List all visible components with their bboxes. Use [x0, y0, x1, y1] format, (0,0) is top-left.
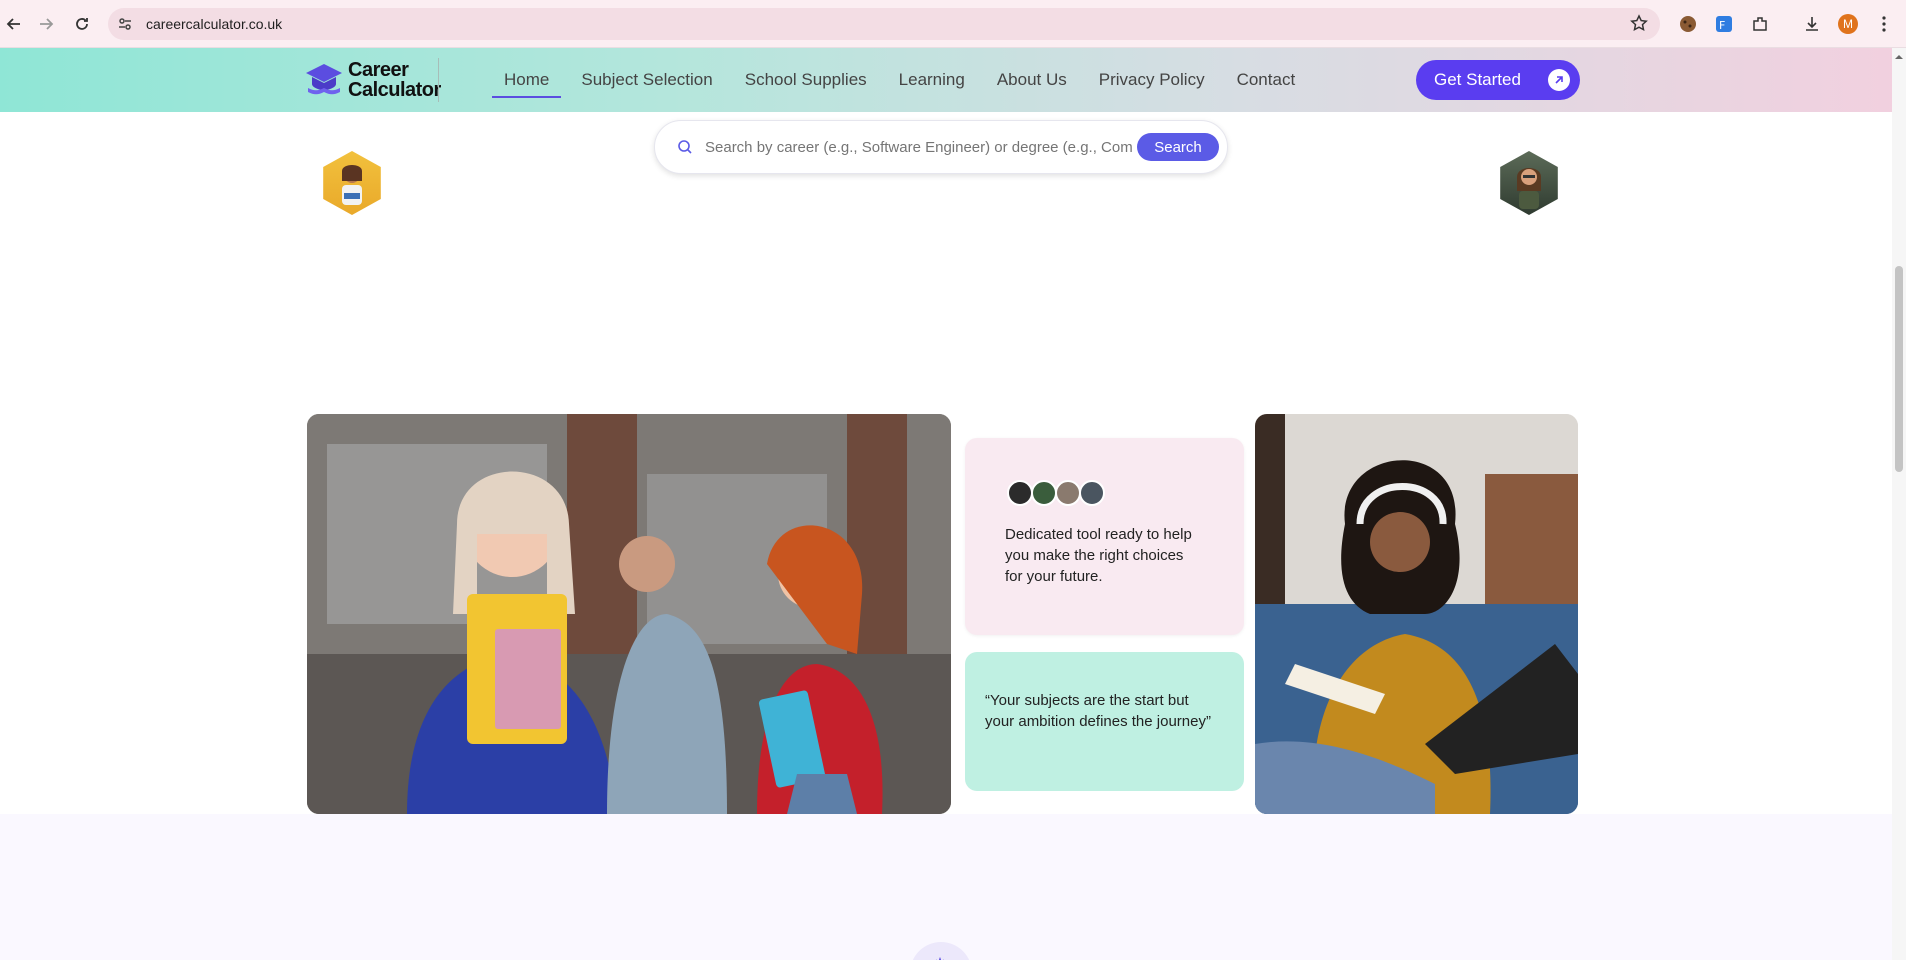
tool-info-card: Dedicated tool ready to help you make th…: [965, 438, 1244, 635]
get-started-label: Get Started: [1434, 70, 1521, 89]
form-extension-icon[interactable]: F: [1712, 12, 1736, 36]
site-header: Career Calculator Home Subject Selection…: [0, 48, 1906, 112]
download-icon[interactable]: [1800, 12, 1824, 36]
bookmark-star-icon[interactable]: [1630, 14, 1648, 37]
cookie-extension-icon[interactable]: [1676, 12, 1700, 36]
scroll-up-arrow-icon[interactable]: [1892, 52, 1906, 62]
logo-line-2: Calculator: [348, 79, 441, 101]
logo-text: Career Calculator: [348, 60, 441, 100]
logo-line-1: Career: [348, 59, 409, 81]
profile-avatar[interactable]: M: [1836, 12, 1860, 36]
search-icon: [678, 140, 692, 154]
logo-divider: [438, 58, 439, 102]
site-logo[interactable]: Career Calculator: [304, 60, 441, 100]
browser-menu-icon[interactable]: [1872, 12, 1896, 36]
search-input[interactable]: [705, 138, 1145, 156]
arrow-up-right-icon: [1548, 69, 1570, 91]
main-nav: Home Subject Selection School Supplies L…: [491, 48, 1327, 112]
nav-contact[interactable]: Contact: [1237, 48, 1296, 112]
scrollbar-thumb[interactable]: [1895, 266, 1903, 472]
nav-subject-selection[interactable]: Subject Selection: [581, 48, 712, 112]
student-avatar-left: [323, 151, 381, 215]
nav-learning[interactable]: Learning: [899, 48, 965, 112]
forward-icon[interactable]: [32, 10, 60, 38]
search-button[interactable]: Search: [1137, 133, 1219, 161]
nav-home[interactable]: Home: [491, 48, 562, 112]
svg-text:F: F: [1719, 19, 1725, 32]
graduation-cap-icon: [306, 64, 342, 95]
user-avatar: [1031, 480, 1057, 506]
profile-initial: M: [1838, 14, 1858, 34]
career-search-bar: Search: [654, 120, 1228, 174]
student-laptop-photo: [1255, 414, 1578, 814]
back-icon[interactable]: [0, 10, 28, 38]
address-bar[interactable]: careercalculator.co.uk: [108, 8, 1660, 40]
get-started-button[interactable]: Get Started: [1416, 60, 1580, 100]
browser-toolbar: careercalculator.co.uk F M: [0, 0, 1906, 48]
quote-card: “Your subjects are the start but your am…: [965, 652, 1244, 791]
tool-info-text: Dedicated tool ready to help you make th…: [1005, 526, 1192, 585]
nav-about-us[interactable]: About Us: [997, 48, 1067, 112]
students-photo: [307, 414, 951, 814]
user-avatar: [1007, 480, 1033, 506]
page-scrollbar[interactable]: [1892, 48, 1906, 960]
section-badge-icon: [910, 942, 972, 960]
lower-section: [0, 814, 1906, 960]
user-avatar: [1079, 480, 1105, 506]
reload-icon[interactable]: [68, 10, 96, 38]
nav-school-supplies[interactable]: School Supplies: [745, 48, 867, 112]
nav-privacy-policy[interactable]: Privacy Policy: [1099, 48, 1205, 112]
url-text: careercalculator.co.uk: [146, 16, 283, 32]
user-avatars-group: [1007, 480, 1105, 506]
user-avatar: [1055, 480, 1081, 506]
student-avatar-right: [1500, 151, 1558, 215]
quote-text: “Your subjects are the start but your am…: [985, 692, 1211, 730]
extensions-puzzle-icon[interactable]: [1748, 12, 1772, 36]
site-settings-icon[interactable]: [116, 15, 134, 33]
